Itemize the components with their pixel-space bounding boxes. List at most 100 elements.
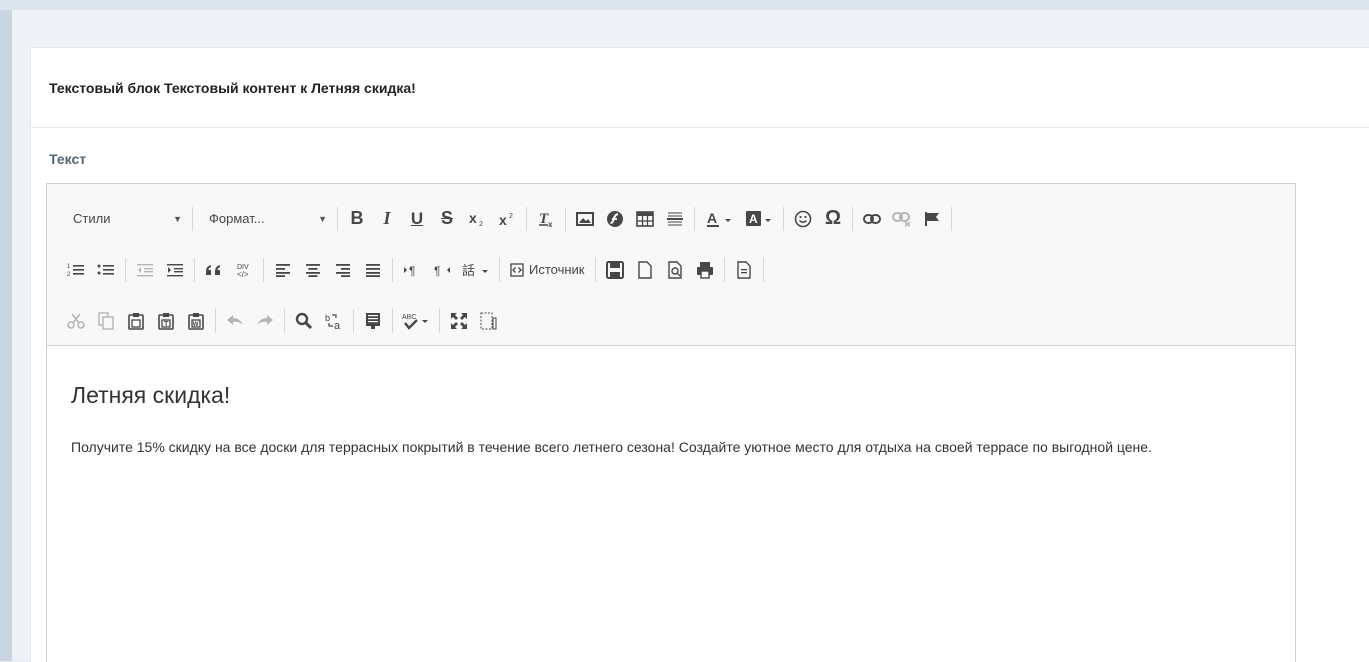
bold-button[interactable]: B xyxy=(342,205,372,233)
svg-text:1: 1 xyxy=(67,264,71,270)
copy-button[interactable] xyxy=(91,307,121,335)
select-all-button[interactable] xyxy=(358,307,388,335)
source-button[interactable]: Источник xyxy=(504,256,591,284)
omega-icon: Ω xyxy=(824,207,842,229)
source-button-label: Источник xyxy=(529,262,585,277)
new-page-button[interactable] xyxy=(630,256,660,284)
preview-button[interactable] xyxy=(660,256,690,284)
image-button[interactable] xyxy=(570,205,600,233)
svg-text:2: 2 xyxy=(67,272,71,278)
rich-text-editor: Стили ▼ Формат... ▼ B I U S x2 x2 T x A … xyxy=(46,183,1296,662)
new-page-icon xyxy=(637,260,652,279)
background-color-button[interactable]: A xyxy=(739,205,779,233)
toolbar-separator xyxy=(852,206,853,231)
paste-word-icon: W xyxy=(188,312,204,330)
ltr-icon: ¶ xyxy=(404,264,415,277)
toolbar-separator xyxy=(439,308,440,333)
text-color-button[interactable]: A xyxy=(699,205,739,233)
print-icon xyxy=(696,261,713,279)
toolbar-separator xyxy=(284,308,285,333)
numbered-list-button[interactable]: 12 xyxy=(61,256,91,284)
horizontal-line-button[interactable] xyxy=(660,205,690,233)
replace-icon: ba xyxy=(325,313,341,330)
text-direction-ltr-button[interactable]: ¶ xyxy=(397,256,427,284)
strikethrough-button[interactable]: S xyxy=(432,205,462,233)
align-justify-icon xyxy=(366,263,380,277)
chevron-down-icon: ▼ xyxy=(318,213,327,224)
blockquote-button[interactable] xyxy=(199,256,229,284)
table-button[interactable] xyxy=(630,205,660,233)
language-icon: 話 xyxy=(462,263,488,278)
anchor-button[interactable] xyxy=(917,205,947,233)
remove-format-button[interactable]: Tx xyxy=(531,205,561,233)
superscript-icon: x2 xyxy=(499,212,513,227)
toolbar-separator xyxy=(783,206,784,231)
underline-icon: U xyxy=(410,208,424,228)
toolbar-separator xyxy=(762,257,764,282)
table-icon xyxy=(636,210,654,227)
svg-text:A: A xyxy=(749,212,758,226)
toolbar-separator xyxy=(192,206,193,231)
save-button[interactable] xyxy=(600,256,630,284)
maximize-button[interactable] xyxy=(444,307,474,335)
bulleted-list-button[interactable] xyxy=(91,256,121,284)
toolbar-separator xyxy=(565,206,566,231)
bulleted-list-icon xyxy=(97,264,114,275)
source-code-icon xyxy=(510,262,524,277)
format-dropdown[interactable]: Формат... ▼ xyxy=(197,205,333,233)
smiley-icon xyxy=(794,210,812,227)
cut-button[interactable] xyxy=(61,307,91,335)
paste-text-button[interactable]: T xyxy=(151,307,181,335)
flash-button[interactable] xyxy=(600,205,630,233)
create-div-button[interactable]: DIV </> xyxy=(229,256,259,284)
svg-text:¶: ¶ xyxy=(434,264,440,277)
unlink-button[interactable] xyxy=(887,205,917,233)
editor-content-area[interactable]: Летняя скидка! Получите 15% скидку на вс… xyxy=(47,382,1295,460)
left-sidebar-edge xyxy=(0,10,12,661)
special-char-button[interactable]: Ω xyxy=(818,205,848,233)
top-strip xyxy=(0,0,1369,10)
svg-text:¶: ¶ xyxy=(409,264,415,277)
select-all-icon xyxy=(366,312,380,329)
align-right-icon xyxy=(336,263,350,277)
emoji-button[interactable] xyxy=(788,205,818,233)
language-button[interactable]: 話 xyxy=(457,256,495,284)
align-right-button[interactable] xyxy=(328,256,358,284)
align-center-button[interactable] xyxy=(298,256,328,284)
svg-text:T: T xyxy=(164,321,169,328)
paste-button[interactable] xyxy=(121,307,151,335)
content-paragraph: Получите 15% скидку на все доски для тер… xyxy=(71,439,1152,455)
spell-check-button[interactable]: ABC xyxy=(397,307,435,335)
scissors-icon xyxy=(67,313,85,329)
superscript-button[interactable]: x2 xyxy=(492,205,522,233)
styles-dropdown[interactable]: Стили ▼ xyxy=(61,205,188,233)
align-left-button[interactable] xyxy=(268,256,298,284)
underline-button[interactable]: U xyxy=(402,205,432,233)
link-button[interactable] xyxy=(857,205,887,233)
toolbar-separator xyxy=(337,206,338,231)
paste-from-word-button[interactable]: W xyxy=(181,307,211,335)
templates-button[interactable] xyxy=(729,256,759,284)
spell-check-icon: ABC xyxy=(402,314,428,330)
toolbar-separator xyxy=(694,206,695,231)
redo-button[interactable] xyxy=(250,307,280,335)
align-justify-button[interactable] xyxy=(358,256,388,284)
svg-text:ABC: ABC xyxy=(402,314,416,321)
italic-button[interactable]: I xyxy=(372,205,402,233)
svg-text:x: x xyxy=(548,220,553,228)
unlink-icon xyxy=(892,211,911,227)
show-blocks-button[interactable] xyxy=(474,307,504,335)
text-direction-rtl-button[interactable]: ¶ xyxy=(427,256,457,284)
preview-icon xyxy=(667,260,682,279)
replace-button[interactable]: ba xyxy=(319,307,349,335)
subscript-button[interactable]: x2 xyxy=(462,205,492,233)
save-icon xyxy=(605,260,624,279)
indent-button[interactable] xyxy=(160,256,190,284)
undo-button[interactable] xyxy=(220,307,250,335)
toolbar-separator xyxy=(215,308,216,333)
find-button[interactable] xyxy=(289,307,319,335)
outdent-button[interactable] xyxy=(130,256,160,284)
toolbar-separator xyxy=(723,257,725,282)
svg-text:A: A xyxy=(707,210,717,226)
print-button[interactable] xyxy=(690,256,720,284)
